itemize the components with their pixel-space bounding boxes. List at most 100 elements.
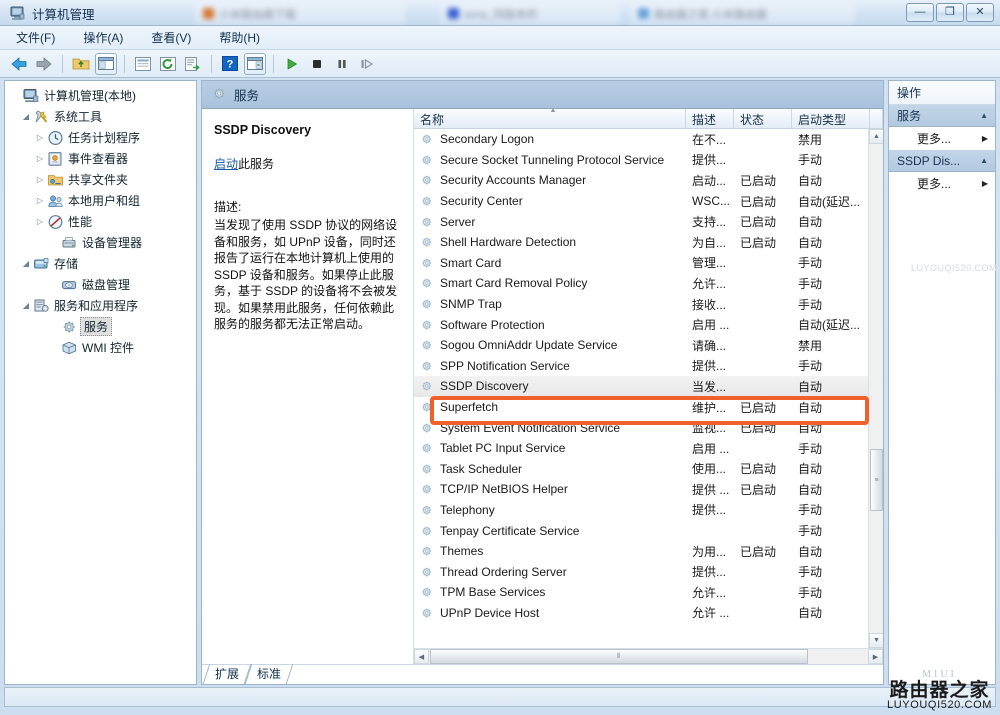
column-header-name[interactable]: 名称 bbox=[414, 109, 686, 128]
service-row[interactable]: Thread Ordering Server 提供... 手动 bbox=[414, 561, 883, 582]
service-row[interactable]: Tablet PC Input Service 启用 ... 手动 bbox=[414, 438, 883, 459]
tree-node-storage[interactable]: ◢ 存储 bbox=[5, 253, 196, 274]
tab-extended[interactable]: 扩展 bbox=[206, 664, 248, 684]
tree-expander[interactable]: ◢ bbox=[19, 301, 33, 310]
ghost-tab[interactable]: 路由器之家,小米路由器 bbox=[630, 3, 855, 24]
horizontal-scroll-track[interactable]: ⦀ bbox=[429, 649, 868, 664]
menu-action[interactable]: 操作(A) bbox=[79, 27, 127, 48]
tree-node-services[interactable]: 服务 bbox=[5, 316, 196, 337]
service-startup-type-cell: 自动 bbox=[798, 544, 823, 559]
refresh-icon[interactable] bbox=[157, 53, 179, 75]
service-row[interactable]: System Event Notification Service 监视... 已启… bbox=[414, 417, 883, 438]
service-row[interactable]: Shell Hardware Detection 为自... 已启动 自动 bbox=[414, 232, 883, 253]
tree-expander[interactable]: ▷ bbox=[33, 154, 47, 163]
list-body[interactable]: Secondary Logon 在不... 禁用 Secure Socket Tunn… bbox=[414, 129, 883, 648]
tree-expander[interactable]: ▷ bbox=[33, 196, 47, 205]
tree-node-disk-management[interactable]: 磁盘管理 bbox=[5, 274, 196, 295]
column-header-startup-type[interactable]: 启动类型 bbox=[792, 109, 870, 128]
minimize-button[interactable]: — bbox=[906, 3, 934, 22]
column-header-status[interactable]: 状态 bbox=[734, 109, 792, 128]
actions-item-more-ssdp[interactable]: 更多... ▶ bbox=[889, 172, 995, 195]
menu-help[interactable]: 帮助(H) bbox=[215, 27, 264, 48]
tree-expander[interactable]: ▷ bbox=[33, 133, 47, 142]
menu-file[interactable]: 文件(F) bbox=[12, 27, 59, 48]
service-row[interactable]: Sogou OmniAddr Update Service 请确... 禁用 bbox=[414, 335, 883, 356]
service-row[interactable]: Server 支持... 已启动 自动 bbox=[414, 211, 883, 232]
tree-node-event-viewer[interactable]: ▷ 事件查看器 bbox=[5, 148, 196, 169]
service-row[interactable]: Telephony 提供... 手动 bbox=[414, 500, 883, 521]
service-row[interactable]: Superfetch 维护... 已启动 自动 bbox=[414, 397, 883, 418]
tree-node-label: 系统工具 bbox=[54, 110, 103, 124]
tree-expander[interactable]: ◢ bbox=[19, 112, 33, 121]
service-row[interactable]: Smart Card Removal Policy 允许... 手动 bbox=[414, 273, 883, 294]
back-icon[interactable] bbox=[8, 53, 30, 75]
service-row[interactable]: Secure Socket Tunneling Protocol Service… bbox=[414, 150, 883, 171]
actions-group-services[interactable]: 服务 ▲ bbox=[889, 105, 995, 127]
tree-expander[interactable]: ▷ bbox=[33, 217, 47, 226]
horizontal-scroll-thumb[interactable]: ⦀ bbox=[430, 649, 808, 664]
menu-view[interactable]: 查看(V) bbox=[147, 27, 195, 48]
service-row[interactable]: Security Center WSC... 已启动 自动(延迟... bbox=[414, 191, 883, 212]
tree-expander[interactable]: ◢ bbox=[19, 259, 33, 268]
properties-icon[interactable] bbox=[132, 53, 154, 75]
tree-node-services-applications[interactable]: ◢ 服务和应用程序 bbox=[5, 295, 196, 316]
tab-standard[interactable]: 标准 bbox=[248, 664, 290, 684]
services-list-view[interactable]: 名称 描述 状态 启动类型 Secondary Logon 在不... 禁用 Secu… bbox=[414, 109, 883, 664]
service-description-cell: 在不... bbox=[692, 132, 727, 147]
service-row[interactable]: Security Accounts Manager 启动... 已启动 自动 bbox=[414, 170, 883, 191]
tree-node-local-users-groups[interactable]: ▷ 本地用户和组 bbox=[5, 190, 196, 211]
tree-node-wmi-control[interactable]: WMI 控件 bbox=[5, 337, 196, 358]
pause-service-icon[interactable] bbox=[331, 53, 353, 75]
start-service-link[interactable]: 启动 bbox=[214, 157, 238, 171]
console-tree[interactable]: 计算机管理(本地) ◢ 系统工具 ▷ 任务计划程序 ▷ 事件查看器 ▷ 共享文件… bbox=[4, 80, 197, 685]
actions-group-ssdp-discovery[interactable]: SSDP Dis... ▲ bbox=[889, 150, 995, 172]
service-row[interactable]: Smart Card 管理... 手动 bbox=[414, 253, 883, 274]
maximize-button[interactable]: ❐ bbox=[936, 3, 964, 22]
tree-node-system-tools[interactable]: ◢ 系统工具 bbox=[5, 106, 196, 127]
service-row[interactable]: SNMP Trap 接收... 手动 bbox=[414, 294, 883, 315]
service-name-cell: Task Scheduler bbox=[414, 462, 686, 476]
tree-node-device-manager[interactable]: 设备管理器 bbox=[5, 232, 196, 253]
vertical-scroll-thumb[interactable]: ≡ bbox=[870, 449, 883, 511]
service-row[interactable]: UPnP Device Host 允许 ... 自动 bbox=[414, 603, 883, 624]
tree-node-task-scheduler[interactable]: ▷ 任务计划程序 bbox=[5, 127, 196, 148]
start-service-icon[interactable] bbox=[281, 53, 303, 75]
service-status-cell: 已启动 bbox=[740, 173, 777, 188]
scroll-left-icon[interactable]: ◀ bbox=[414, 649, 429, 664]
ghost-tab[interactable]: sony_同版本的 bbox=[440, 3, 620, 24]
scroll-down-icon[interactable]: ▼ bbox=[869, 633, 883, 648]
service-row[interactable]: SPP Notification Service 提供... 手动 bbox=[414, 356, 883, 377]
tree-node-performance[interactable]: ▷ 性能 bbox=[5, 211, 196, 232]
tree-node-computer-management[interactable]: 计算机管理(本地) bbox=[5, 85, 196, 106]
service-row[interactable]: Task Scheduler 使用... 已启动 自动 bbox=[414, 459, 883, 480]
chevron-up-icon[interactable]: ▲ bbox=[980, 156, 988, 165]
column-header-logon-as[interactable] bbox=[870, 109, 883, 128]
tree-node-shared-folders[interactable]: ▷ 共享文件夹 bbox=[5, 169, 196, 190]
service-row[interactable]: Secondary Logon 在不... 禁用 bbox=[414, 129, 883, 150]
forward-icon[interactable] bbox=[33, 53, 55, 75]
chevron-up-icon[interactable]: ▲ bbox=[980, 111, 988, 120]
service-row[interactable]: Tenpay Certificate Service 手动 bbox=[414, 520, 883, 541]
tree-expander[interactable]: ▷ bbox=[33, 175, 47, 184]
export-list-icon[interactable] bbox=[182, 53, 204, 75]
actions-item-more-services[interactable]: 更多... ▶ bbox=[889, 127, 995, 150]
service-startup-type-cell: 自动(延迟... bbox=[798, 194, 860, 209]
stop-service-icon[interactable] bbox=[306, 53, 328, 75]
restart-service-icon[interactable] bbox=[356, 53, 378, 75]
column-header-description[interactable]: 描述 bbox=[686, 109, 734, 128]
show-tree-icon[interactable] bbox=[95, 52, 117, 75]
show-action-pane-icon[interactable] bbox=[244, 52, 266, 75]
ghost-tab[interactable]: 小米路由器下载 bbox=[195, 3, 405, 24]
close-button[interactable]: ✕ bbox=[966, 3, 994, 22]
service-row[interactable]: Themes 为用... 已启动 自动 bbox=[414, 541, 883, 562]
list-horizontal-scrollbar[interactable]: ◀ ⦀ ▶ bbox=[414, 648, 883, 664]
service-row[interactable]: SSDP Discovery 当发... 自动 bbox=[414, 376, 883, 397]
help-icon[interactable]: ? bbox=[219, 53, 241, 75]
up-folder-icon[interactable] bbox=[70, 53, 92, 75]
list-vertical-scrollbar[interactable]: ▲ ≡ ▼ bbox=[868, 129, 883, 648]
scroll-right-icon[interactable]: ▶ bbox=[868, 649, 883, 664]
scroll-up-icon[interactable]: ▲ bbox=[869, 129, 883, 144]
service-row[interactable]: Software Protection 启用 ... 自动(延迟... bbox=[414, 314, 883, 335]
service-row[interactable]: TCP/IP NetBIOS Helper 提供 ... 已启动 自动 bbox=[414, 479, 883, 500]
service-row[interactable]: TPM Base Services 允许... 手动 bbox=[414, 582, 883, 603]
